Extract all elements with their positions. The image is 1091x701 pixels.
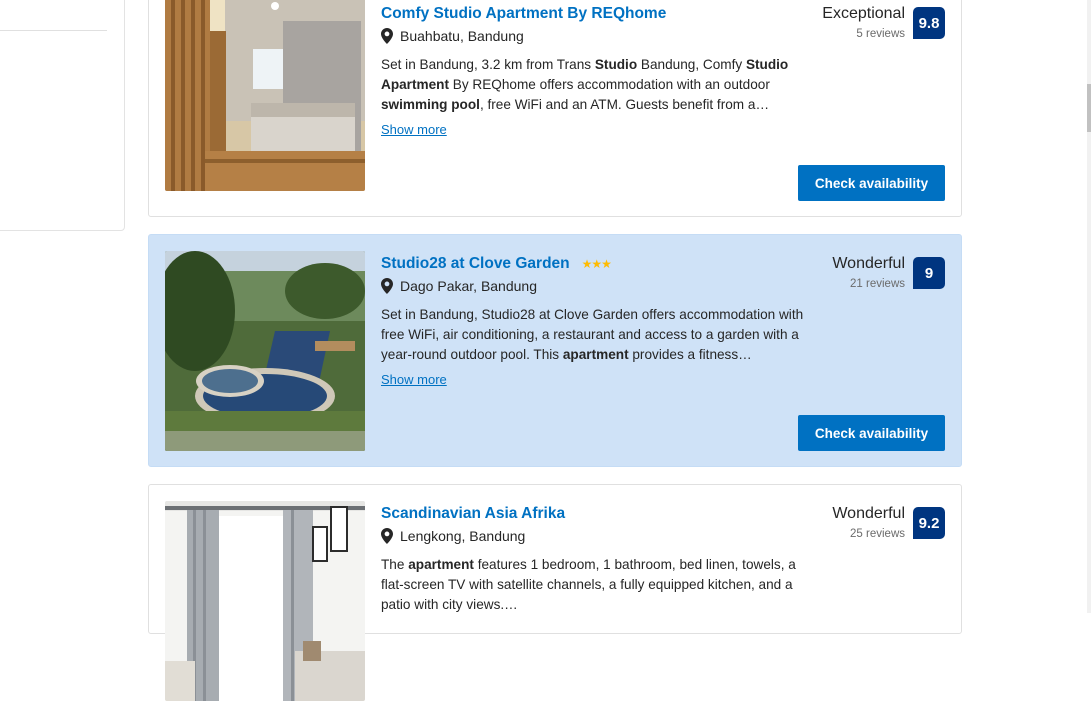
rating-label: Exceptional [822,5,905,22]
map-pin-icon [381,528,393,544]
map-pin-icon [381,28,393,44]
star-rating: ★★★ [581,257,612,271]
property-photo[interactable] [165,0,365,191]
property-card: Comfy Studio Apartment By REQhome Buahba… [148,0,962,217]
page-scrollbar[interactable] [1087,0,1091,613]
check-availability-button[interactable]: Check availability [798,165,945,201]
property-title-link[interactable]: Scandinavian Asia Afrika [381,505,565,523]
rating-label: Wonderful [832,255,905,272]
property-location[interactable]: Dago Pakar, Bandung [400,278,537,294]
property-photo[interactable] [165,251,365,451]
studio-bedroom-photo [165,0,365,191]
property-card: Scandinavian Asia Afrika Lengkong, Bandu… [148,484,962,701]
show-more-link[interactable]: Show more [381,372,447,387]
property-title-link[interactable]: Studio28 at Clove Garden [381,255,570,273]
sidebar-divider [0,30,107,31]
rating-label: Wonderful [832,505,905,522]
show-more-link[interactable]: Show more [381,122,447,137]
map-pin-icon [381,278,393,294]
scandinavian-room-photo [165,501,365,701]
property-card: Studio28 at Clove Garden ★★★ Dago Pakar,… [148,234,962,467]
review-score-badge: 9.8 [913,7,945,39]
property-location[interactable]: Lengkong, Bandung [400,528,525,544]
check-availability-button[interactable]: Check availability [798,415,945,451]
property-photo[interactable] [165,501,365,701]
review-count: 21 reviews [850,278,905,290]
property-description: Set in Bandung, Studio28 at Clove Garden… [381,307,804,362]
property-description: The apartment features 1 bedroom, 1 bath… [381,557,796,612]
pool-garden-photo [165,251,365,451]
property-title-link[interactable]: Comfy Studio Apartment By REQhome [381,5,666,23]
review-count: 5 reviews [856,28,905,40]
review-count: 25 reviews [850,528,905,540]
scrollbar-thumb[interactable] [1087,84,1091,132]
filters-sidebar-panel [0,0,125,231]
review-score-badge: 9 [913,257,945,289]
review-score-badge: 9.2 [913,507,945,539]
property-location[interactable]: Buahbatu, Bandung [400,28,524,44]
property-description: Set in Bandung, 3.2 km from Trans Studio… [381,57,789,112]
